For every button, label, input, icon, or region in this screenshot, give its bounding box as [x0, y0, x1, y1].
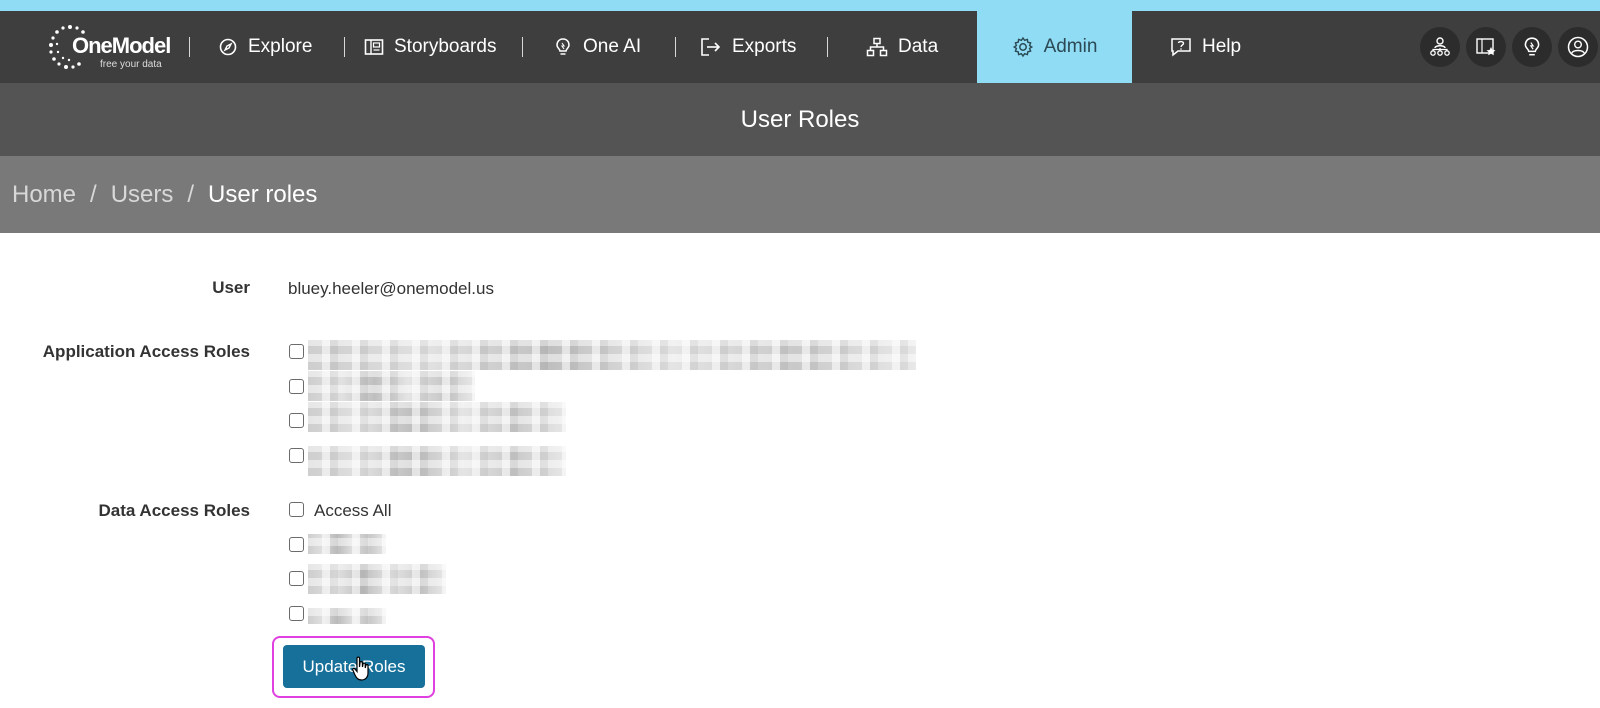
- top-accent-strip: [0, 0, 1600, 11]
- app-role-checkbox[interactable]: [289, 379, 304, 394]
- export-icon: [701, 38, 721, 56]
- breadcrumb-current: User roles: [208, 180, 318, 208]
- org-chart-button[interactable]: [1420, 27, 1460, 67]
- nav-help-label: Help: [1202, 36, 1242, 57]
- nav-storyboards-label: Storyboards: [394, 36, 497, 57]
- nav-help[interactable]: Help: [1170, 11, 1241, 83]
- access-all-checkbox[interactable]: [289, 502, 304, 517]
- breadcrumb-separator: /: [187, 180, 195, 208]
- data-role-checkbox[interactable]: [289, 571, 304, 586]
- onemodel-logo[interactable]: OneModel free your data: [46, 23, 182, 71]
- redacted-role-name: [308, 534, 386, 554]
- nav-separator: [827, 37, 828, 57]
- breadcrumb-home[interactable]: Home: [12, 181, 76, 209]
- redacted-role-name: [308, 402, 566, 432]
- nav-exports[interactable]: Exports: [700, 11, 796, 83]
- breadcrumb-separator: /: [90, 180, 97, 208]
- storyboard-icon: [364, 39, 384, 55]
- nav-separator: [675, 37, 676, 57]
- redacted-role-name: [308, 340, 916, 370]
- nav-data[interactable]: Data: [866, 11, 938, 83]
- app-role-checkbox[interactable]: [289, 448, 304, 463]
- nav-storyboards[interactable]: Storyboards: [364, 11, 496, 83]
- nav-one-ai[interactable]: One AI: [553, 11, 641, 83]
- logo-name: OneModel: [72, 33, 171, 58]
- storyboard-favorites-button[interactable]: [1466, 27, 1506, 67]
- page-title: User Roles: [740, 105, 860, 133]
- nav-explore-label: Explore: [248, 36, 313, 57]
- user-profile-button[interactable]: [1558, 27, 1598, 67]
- nav-exports-label: Exports: [732, 36, 797, 57]
- nav-separator: [522, 37, 523, 57]
- redacted-role-name: [308, 608, 386, 624]
- page-title-bar: User Roles: [0, 83, 1600, 156]
- nav-separator: [344, 37, 345, 57]
- app-role-checkbox[interactable]: [289, 344, 304, 359]
- nav-explore[interactable]: Explore: [218, 11, 312, 83]
- nav-one-ai-label: One AI: [583, 36, 642, 57]
- lightbulb-icon: [556, 38, 570, 55]
- application-access-roles-label: Application Access Roles: [42, 342, 250, 361]
- insights-button[interactable]: [1512, 27, 1552, 67]
- top-navbar: OneModel free your data Explore Storyboa…: [0, 11, 1600, 83]
- data-role-checkbox[interactable]: [289, 606, 304, 621]
- gear-icon: [1012, 36, 1033, 58]
- compass-icon: [219, 38, 237, 56]
- lightbulb-icon: [1524, 37, 1540, 56]
- user-email-value: bluey.heeler@onemodel.us: [288, 279, 494, 298]
- nav-admin-label: Admin: [1043, 36, 1098, 57]
- redacted-role-name: [308, 446, 566, 476]
- redacted-role-name: [308, 371, 475, 401]
- storyboard-star-icon: [1476, 38, 1496, 56]
- data-access-roles-label: Data Access Roles: [98, 501, 250, 520]
- sitemap-icon: [866, 37, 888, 57]
- org-chart-icon: [1430, 37, 1450, 56]
- user-profile-icon: [1567, 36, 1589, 58]
- hand-cursor-icon: [352, 656, 369, 681]
- nav-data-label: Data: [898, 36, 939, 57]
- user-label: User: [212, 278, 250, 297]
- breadcrumb-users[interactable]: Users: [111, 181, 174, 209]
- breadcrumb: Home / Users / User roles: [0, 156, 1600, 233]
- nav-admin[interactable]: Admin: [977, 11, 1132, 83]
- data-role-checkbox[interactable]: [289, 537, 304, 552]
- nav-separator: [189, 37, 190, 57]
- app-role-checkbox[interactable]: [289, 413, 304, 428]
- redacted-role-name: [308, 564, 446, 594]
- help-chat-icon: [1171, 38, 1191, 57]
- logo-tagline: free your data: [100, 59, 162, 70]
- access-all-label: Access All: [314, 501, 392, 520]
